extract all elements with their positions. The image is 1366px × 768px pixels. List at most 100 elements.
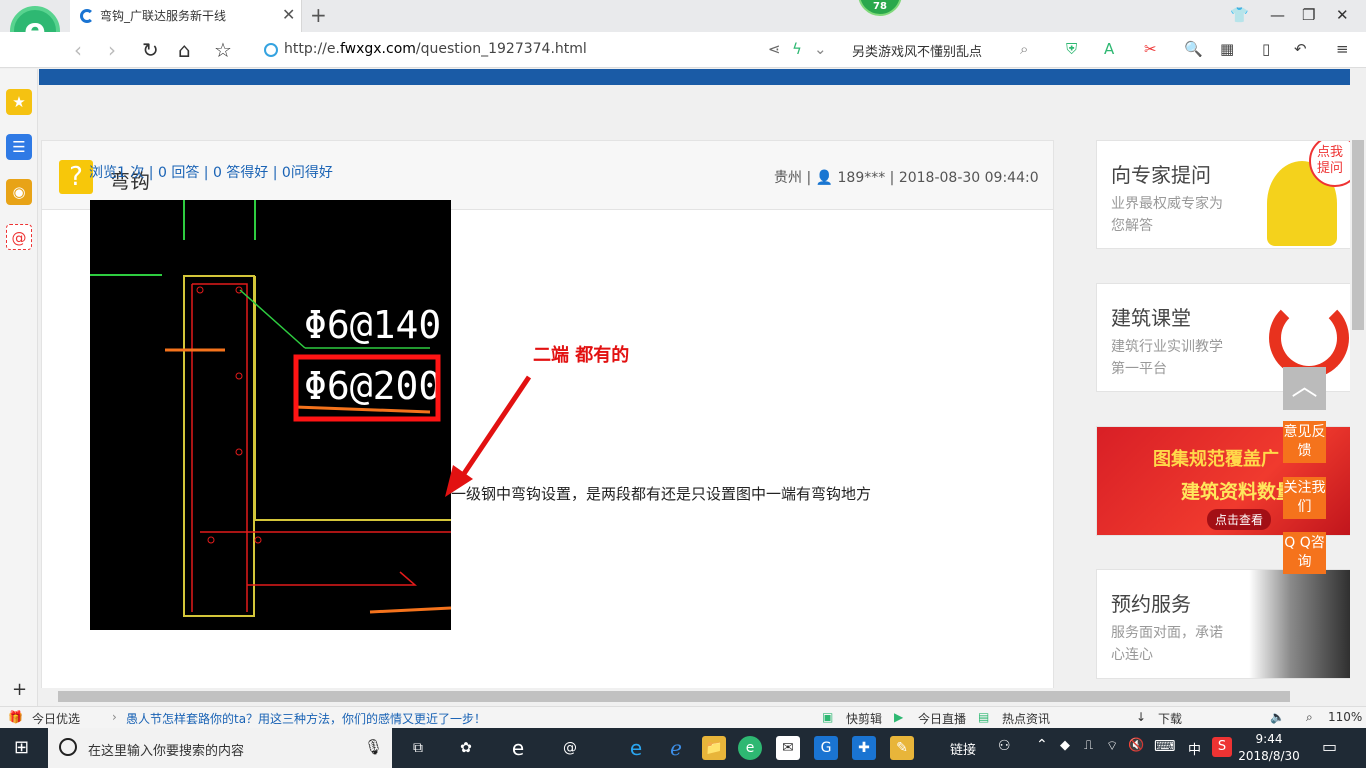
tray-app-icon[interactable]: ◆ [1060, 738, 1070, 753]
question-mark-icon: ? [59, 160, 93, 194]
volume-muted-icon[interactable]: 🔇 [1128, 738, 1144, 753]
expert-title: 向专家提问 [1111, 163, 1211, 187]
new-tab-button[interactable]: + [310, 3, 327, 27]
chevron-down-icon[interactable]: ⌄ [814, 40, 827, 58]
site-header-bar [39, 69, 1350, 85]
sogou-s-icon[interactable]: S [1212, 737, 1232, 757]
fan-app-icon[interactable]: ✿ [454, 736, 478, 760]
live-icon: ▶ [894, 710, 904, 724]
weibo-icon[interactable]: ◉ [6, 179, 32, 205]
list-icon[interactable]: ☰ [6, 134, 32, 160]
notes-app-icon[interactable]: ✎ [890, 736, 914, 760]
favorites-star-icon[interactable]: ★ [6, 89, 32, 115]
tray-chevron-icon[interactable]: ⌃ [1036, 737, 1048, 753]
people-icon[interactable]: ⚇ [998, 738, 1011, 754]
system-clock[interactable]: 9:44 2018/8/30 [1234, 731, 1304, 765]
scissors-icon[interactable]: ✂ [1144, 40, 1157, 58]
mail-icon[interactable]: ✉ [776, 736, 800, 760]
action-center-icon[interactable]: ▭ [1322, 737, 1337, 756]
favorite-star-icon[interactable]: ☆ [214, 38, 232, 62]
download-link[interactable]: 下载 [1158, 710, 1182, 727]
menu-icon[interactable]: ≡ [1336, 40, 1349, 58]
restore-icon[interactable]: ❐ [1302, 6, 1315, 24]
ie-icon[interactable]: ℯ [664, 736, 688, 760]
close-window-icon[interactable]: ✕ [1336, 6, 1349, 24]
cross-app-icon[interactable]: ✚ [852, 736, 876, 760]
kuaijian-link[interactable]: 快剪辑 [846, 710, 882, 727]
microphone-icon[interactable]: 🎙 [364, 738, 383, 756]
banner-button[interactable]: 点击查看 [1207, 509, 1272, 530]
lightning-icon[interactable]: ϟ [792, 40, 802, 58]
reload-icon[interactable]: ↻ [142, 38, 159, 62]
wifi-icon[interactable]: ⌔ [1106, 738, 1118, 754]
g-app-icon[interactable]: G [814, 736, 838, 760]
service-title: 预约服务 [1111, 592, 1191, 616]
keyboard-icon[interactable]: ⌨ [1154, 737, 1176, 755]
horizontal-scroll-thumb[interactable] [58, 691, 1290, 702]
network-icon[interactable]: ⎍ [1084, 738, 1093, 753]
cad-drawing-image: Φ6@140 Φ6@200 [90, 200, 451, 630]
back-to-top-button[interactable]: ︿ [1283, 367, 1326, 410]
translate-icon[interactable]: A [1104, 40, 1114, 58]
class-logo-icon [1269, 298, 1349, 378]
windows-taskbar: ⊞ 在这里输入你要搜索的内容 🎙 ⧉ ✿ e @ e ℯ 📁 e ✉ G ✚ ✎… [0, 728, 1366, 768]
url-prefix: http://e. [284, 41, 340, 57]
minimize-icon[interactable]: — [1270, 6, 1285, 24]
expert-card[interactable]: 向专家提问 业界最权威专家为您解答 点我提问 [1096, 140, 1350, 249]
tab-strip: 弯钩_广联达服务新干线 ✕ + 78 👕 — ❐ ✕ [0, 0, 1366, 32]
live-link[interactable]: 今日直播 [918, 710, 966, 727]
page-viewport: ? 弯钩 贵州 | 👤 189*** | 2018-08-30 09:44:09… [39, 69, 1350, 688]
link-toolbar[interactable]: 链接 [950, 739, 976, 758]
edge-browser-icon[interactable]: e [624, 736, 648, 760]
notification-badge[interactable]: 78 [858, 0, 902, 16]
home-icon[interactable]: ⌂ [178, 38, 191, 62]
task-view-icon[interactable]: ⧉ [406, 736, 430, 760]
class-title: 建筑课堂 [1111, 306, 1191, 330]
search-icon[interactable]: ⌕ [1020, 40, 1028, 58]
hot-news-link[interactable]: 热点资讯 [1002, 710, 1050, 727]
service-card[interactable]: 预约服务 服务面对面，承诺心连心 [1096, 569, 1350, 679]
file-explorer-icon[interactable]: 📁 [702, 736, 726, 760]
today-picks[interactable]: 今日优选 [32, 710, 80, 727]
zoom-icon: ⌕ [1306, 710, 1313, 724]
cad-label-200: Φ6@200 [304, 364, 441, 408]
url-path: /question_1927374.html [415, 41, 587, 57]
tab-title: 弯钩_广联达服务新干线 [100, 9, 227, 23]
share-icon[interactable]: ⋖ [768, 40, 781, 58]
edge-icon[interactable]: e [506, 736, 530, 760]
windows-start-icon[interactable]: ⊞ [14, 737, 29, 758]
service-subtitle: 服务面对面，承诺心连心 [1111, 625, 1223, 663]
browser-tab[interactable]: 弯钩_广联达服务新干线 ✕ [70, 0, 302, 32]
360-browser-icon[interactable]: e [738, 736, 762, 760]
feedback-button[interactable]: 意见反馈 [1283, 421, 1326, 463]
news-ticker[interactable]: 愚人节怎样套路你的ta？用这三种方法，你们的感情又更近了一步！ [126, 710, 486, 727]
back-icon[interactable]: ‹ [74, 38, 82, 62]
forward-icon[interactable]: › [108, 38, 116, 62]
url-host: fwxgx.com [339, 41, 416, 57]
shield-icon[interactable]: ⛨ [1066, 40, 1077, 58]
tab-close-icon[interactable]: ✕ [282, 5, 295, 24]
taskbar-search[interactable]: 在这里输入你要搜索的内容 🎙 [48, 728, 392, 768]
hot-search-text[interactable]: 另类游戏风不懂别乱点 [852, 41, 982, 60]
vertical-scroll-thumb[interactable] [1352, 140, 1364, 330]
secure-globe-icon [264, 43, 278, 57]
add-sidebar-icon[interactable]: + [12, 679, 27, 700]
site-favicon-icon [80, 9, 94, 23]
shirt-skin-icon[interactable]: 👕 [1230, 6, 1249, 24]
qq-consult-button[interactable]: Q Q咨询 [1283, 532, 1326, 574]
question-meta: 贵州 | 👤 189*** | 2018-08-30 09:44:09 [774, 170, 1038, 186]
ime-indicator[interactable]: 中 [1188, 739, 1201, 758]
address-bar[interactable]: http://e.fwxgx.com/question_1927374.html [284, 41, 587, 57]
tablet-icon[interactable]: ▯ [1262, 40, 1270, 58]
annotation-text: 二端 都有的 [533, 345, 630, 366]
apps-grid-icon[interactable]: ▦ [1220, 40, 1234, 58]
undo-icon[interactable]: ↶ [1294, 40, 1307, 58]
status-bar: 🎁 今日优选 › 愚人节怎样套路你的ta？用这三种方法，你们的感情又更近了一步！… [0, 706, 1366, 728]
question-stats[interactable]: 浏览1 次 | 0 回答 | 0 答得好 | 0问得好 [89, 162, 333, 182]
volume-icon[interactable]: 🔈 [1270, 710, 1285, 724]
zoom-level[interactable]: 110% [1328, 710, 1362, 724]
spiral-app-icon[interactable]: @ [558, 736, 582, 760]
follow-us-button[interactable]: 关注我们 [1283, 477, 1326, 519]
mail-at-icon[interactable]: @ [6, 224, 32, 250]
magnifier-icon[interactable]: 🔍 [1184, 40, 1203, 58]
